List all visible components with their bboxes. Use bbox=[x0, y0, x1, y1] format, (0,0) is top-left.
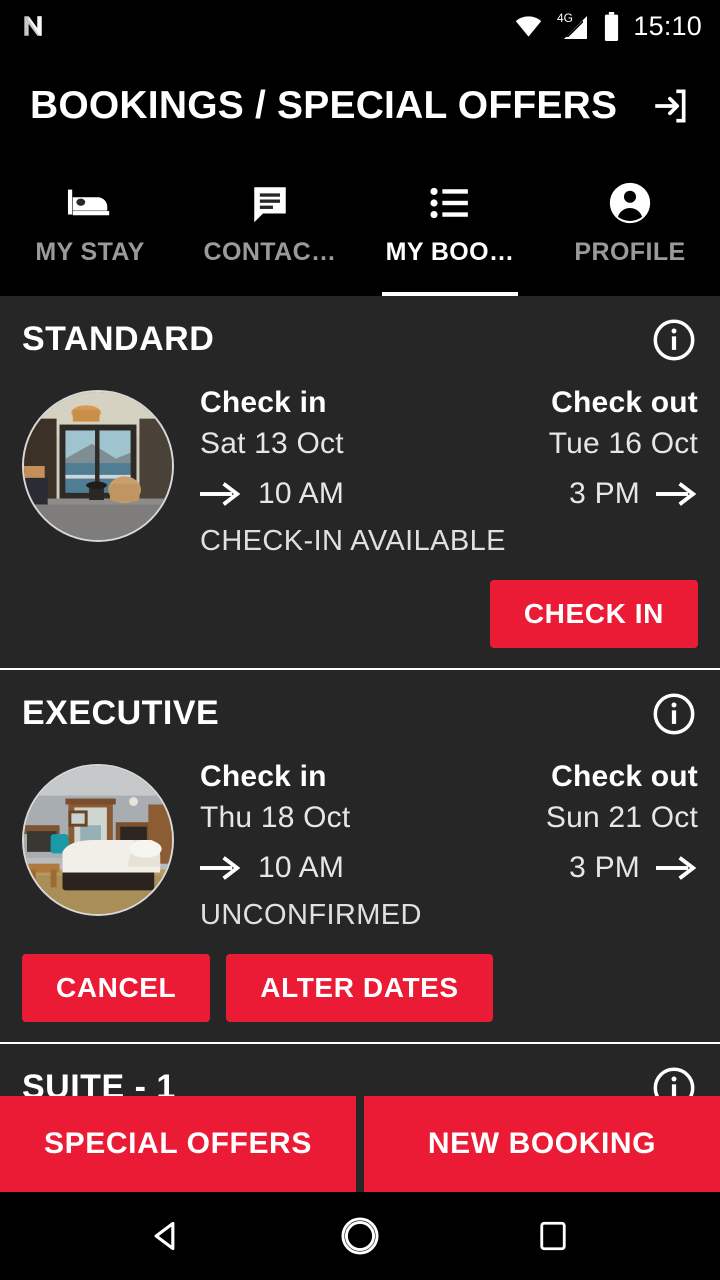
booking-card-body: Check in Thu 18 Oct Check out Sun 21 Oct bbox=[22, 760, 698, 932]
booking-card[interactable]: EXECUTIVE Check in Thu 18 Oct Check out … bbox=[0, 670, 720, 1044]
check-out-column: Check out Tue 16 Oct bbox=[449, 386, 698, 461]
signal-bars-icon: 4G bbox=[556, 11, 590, 41]
arrow-right-icon bbox=[656, 854, 698, 882]
tab-label: MY STAY bbox=[35, 238, 145, 266]
wifi-icon bbox=[514, 12, 543, 41]
booking-details: Check in Sat 13 Oct Check out Tue 16 Oct bbox=[200, 386, 698, 558]
status-bar-left bbox=[20, 13, 46, 39]
home-circle-icon[interactable] bbox=[329, 1205, 391, 1267]
check-in-label: Check in bbox=[200, 386, 327, 419]
booking-card-header: STANDARD bbox=[22, 319, 698, 364]
tab-label: PROFILE bbox=[574, 238, 686, 266]
status-bar: 4G 15:10 bbox=[0, 0, 720, 52]
exit-to-app-icon[interactable] bbox=[642, 79, 696, 133]
booking-details: Check in Thu 18 Oct Check out Sun 21 Oct bbox=[200, 760, 698, 932]
booking-room-type: EXECUTIVE bbox=[22, 694, 220, 732]
app-screen: 4G 15:10 BOOKINGS / SPECIAL OFFERS MY ST… bbox=[0, 0, 720, 1280]
status-bar-clock: 15:10 bbox=[633, 10, 702, 41]
cancel-button[interactable]: CANCEL bbox=[22, 954, 211, 1022]
arrow-right-icon bbox=[200, 854, 242, 882]
android-navigation-bar bbox=[0, 1192, 720, 1280]
new-booking-button[interactable]: NEW BOOKING bbox=[364, 1096, 720, 1192]
booking-card[interactable]: STANDARD Check in Sat 13 Oct Check out T… bbox=[0, 296, 720, 670]
booking-card-header: EXECUTIVE bbox=[22, 693, 698, 738]
check-in-time-group: 10 AM bbox=[200, 851, 449, 885]
room-photo-bedroom bbox=[22, 764, 174, 916]
booking-status: UNCONFIRMED bbox=[200, 899, 422, 931]
check-in-button[interactable]: CHECK IN bbox=[489, 580, 698, 648]
check-out-time-group: 3 PM bbox=[449, 851, 698, 885]
arrow-right-icon bbox=[200, 480, 242, 508]
battery-full-icon bbox=[603, 11, 620, 41]
network-type-label: 4G bbox=[557, 11, 573, 25]
tab-bar: MY STAY CONTAC… MY BOO… PROFILE bbox=[0, 160, 720, 296]
check-out-time-group: 3 PM bbox=[449, 477, 698, 511]
tab-my-bookings[interactable]: MY BOO… bbox=[360, 160, 540, 296]
booking-status: CHECK-IN AVAILABLE bbox=[200, 525, 506, 557]
check-in-column: Check in Sat 13 Oct bbox=[200, 386, 449, 461]
info-icon[interactable] bbox=[650, 316, 698, 364]
booking-times: 10 AM 3 PM bbox=[200, 477, 698, 511]
tab-label: CONTAC… bbox=[203, 238, 337, 266]
check-in-time: 10 AM bbox=[258, 851, 345, 884]
bed-icon bbox=[67, 180, 113, 226]
booking-room-type: STANDARD bbox=[22, 320, 215, 358]
check-out-column: Check out Sun 21 Oct bbox=[449, 760, 698, 835]
check-in-date: Thu 18 Oct bbox=[200, 801, 351, 834]
booking-dates: Check in Thu 18 Oct Check out Sun 21 Oct bbox=[200, 760, 698, 835]
status-bar-right: 4G 15:10 bbox=[514, 11, 702, 42]
tab-contact[interactable]: CONTAC… bbox=[180, 160, 360, 296]
check-out-time: 3 PM bbox=[569, 851, 640, 884]
list-icon bbox=[429, 180, 471, 226]
arrow-right-icon bbox=[656, 480, 698, 508]
bookings-list[interactable]: STANDARD Check in Sat 13 Oct Check out T… bbox=[0, 296, 720, 1192]
check-in-time-group: 10 AM bbox=[200, 477, 449, 511]
check-out-label: Check out bbox=[551, 386, 698, 419]
booking-dates: Check in Sat 13 Oct Check out Tue 16 Oct bbox=[200, 386, 698, 461]
special-offers-button[interactable]: SPECIAL OFFERS bbox=[0, 1096, 356, 1192]
bottom-action-bar: SPECIAL OFFERS NEW BOOKING bbox=[0, 1096, 720, 1192]
tab-label: MY BOO… bbox=[385, 238, 515, 266]
check-out-date: Tue 16 Oct bbox=[548, 427, 698, 460]
recents-square-icon[interactable] bbox=[522, 1205, 584, 1267]
check-in-label: Check in bbox=[200, 760, 327, 793]
booking-actions: CHECK IN bbox=[22, 580, 698, 648]
booking-times: 10 AM 3 PM bbox=[200, 851, 698, 885]
back-triangle-icon[interactable] bbox=[136, 1205, 198, 1267]
tab-profile[interactable]: PROFILE bbox=[540, 160, 720, 296]
tab-my-stay[interactable]: MY STAY bbox=[0, 160, 180, 296]
android-n-icon bbox=[20, 13, 46, 39]
page-title: BOOKINGS / SPECIAL OFFERS bbox=[30, 84, 618, 127]
booking-card-body: Check in Sat 13 Oct Check out Tue 16 Oct bbox=[22, 386, 698, 558]
check-in-time: 10 AM bbox=[258, 477, 345, 510]
app-bar: BOOKINGS / SPECIAL OFFERS bbox=[0, 52, 720, 160]
check-out-time: 3 PM bbox=[569, 477, 640, 510]
info-icon[interactable] bbox=[650, 690, 698, 738]
chat-icon bbox=[249, 180, 291, 226]
check-out-label: Check out bbox=[551, 760, 698, 793]
person-icon bbox=[608, 180, 652, 226]
check-out-date: Sun 21 Oct bbox=[545, 801, 698, 834]
check-in-date: Sat 13 Oct bbox=[200, 427, 344, 460]
alter-dates-button[interactable]: ALTER DATES bbox=[226, 954, 493, 1022]
room-photo-sea-view bbox=[22, 390, 174, 542]
check-in-column: Check in Thu 18 Oct bbox=[200, 760, 449, 835]
booking-actions: CANCEL ALTER DATES bbox=[22, 954, 698, 1022]
